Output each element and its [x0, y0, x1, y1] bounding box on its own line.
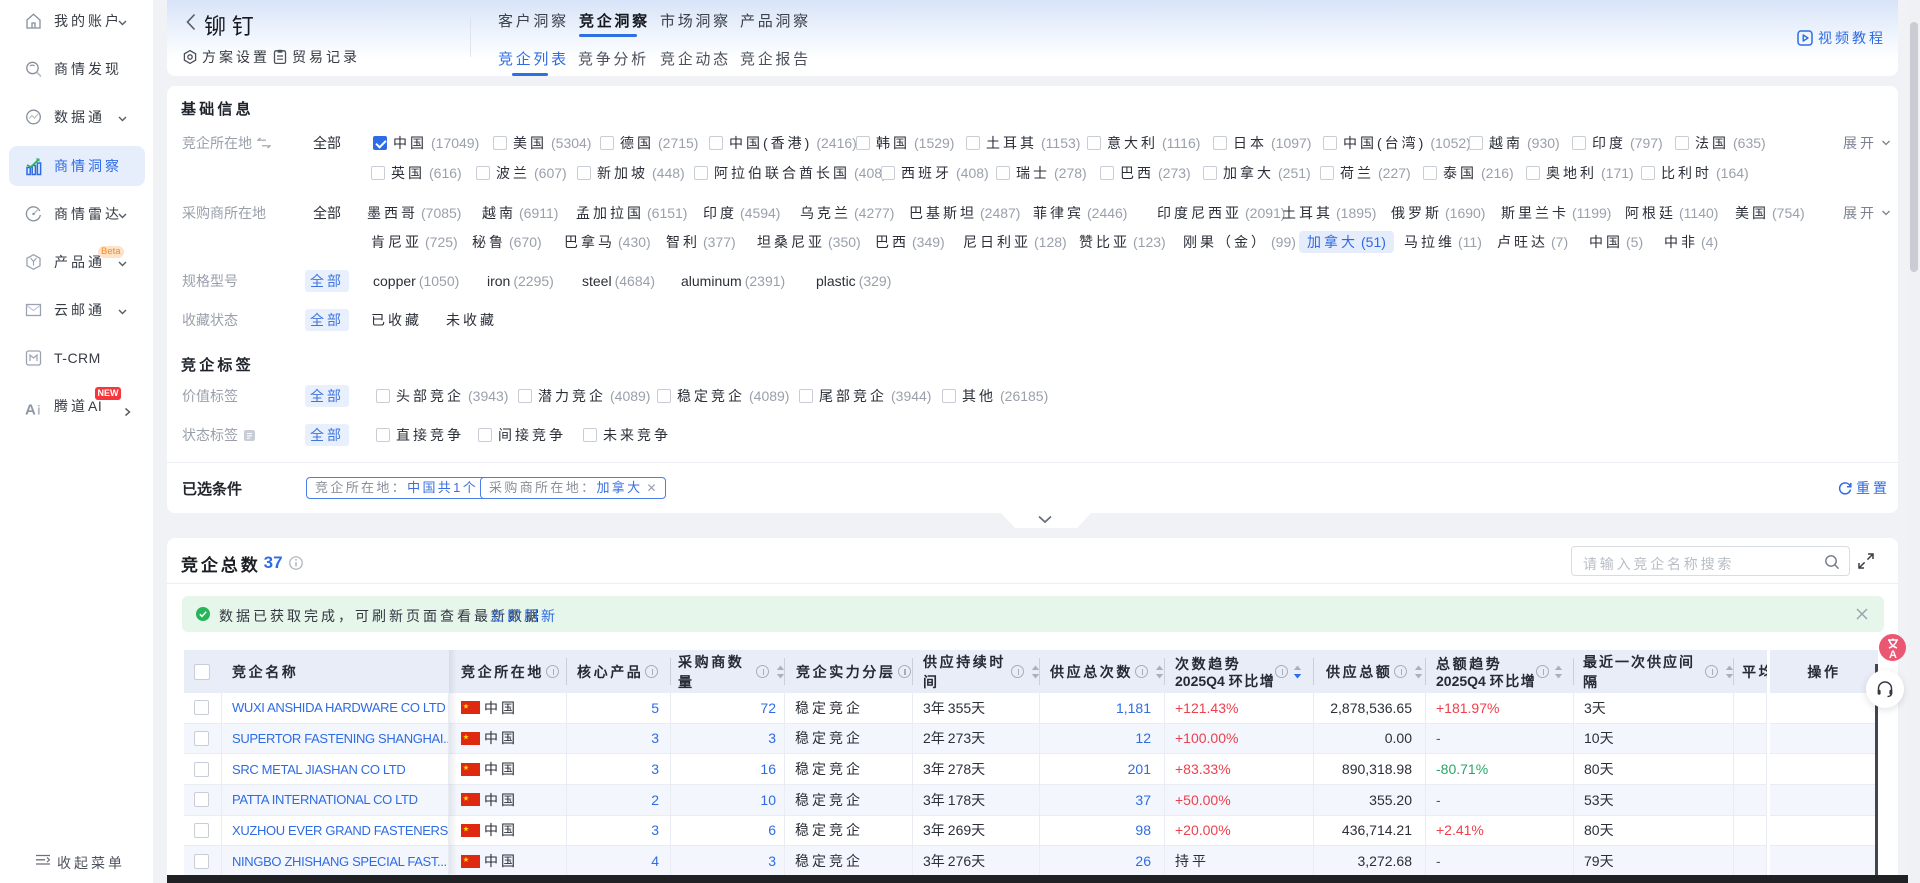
svg-text:A: A [1889, 649, 1897, 661]
svg-text:i: i [37, 403, 41, 418]
svg-text:A: A [25, 402, 36, 418]
